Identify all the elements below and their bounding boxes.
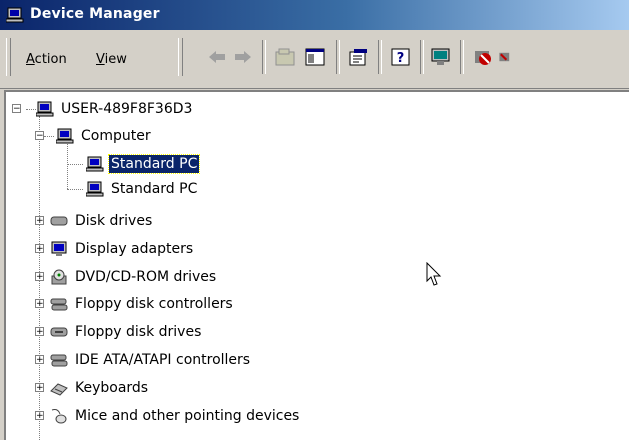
- tree-item-keyboards[interactable]: Keyboards: [50, 377, 150, 399]
- forward-button[interactable]: [230, 44, 256, 70]
- menu-toolbar: Action View ?: [0, 30, 629, 89]
- toolbar-grip-2[interactable]: [178, 38, 183, 76]
- toolbar-grip[interactable]: [6, 38, 11, 76]
- expand-toggle[interactable]: +: [35, 272, 44, 282]
- toolbar-separator: [460, 40, 464, 74]
- forward-icon: [235, 51, 251, 63]
- toolbar-separator: [378, 40, 382, 74]
- expand-toggle[interactable]: +: [35, 244, 44, 254]
- scan-hardware-icon: [431, 48, 450, 65]
- tree-item-floppy-disk-drives[interactable]: Floppy disk drives: [50, 321, 203, 343]
- computer-icon: [86, 156, 104, 172]
- tree-item-root[interactable]: USER-489F8F36D3: [36, 98, 194, 120]
- tree-item-display-adapters[interactable]: Display adapters: [50, 238, 195, 260]
- toolbar-separator: [336, 40, 340, 74]
- title-bar[interactable]: Device Manager: [0, 0, 629, 30]
- menu-action[interactable]: Action: [26, 52, 67, 67]
- back-button[interactable]: [204, 44, 230, 70]
- toolbar-separator: [262, 40, 266, 74]
- computer-icon: [86, 181, 104, 197]
- up-button[interactable]: [272, 44, 298, 70]
- expand-toggle[interactable]: +: [35, 299, 44, 309]
- uninstall-button[interactable]: [498, 44, 512, 70]
- back-icon: [209, 51, 225, 63]
- tree-line: [67, 142, 68, 189]
- show-hide-tree-button[interactable]: [302, 44, 328, 70]
- controller-icon: [50, 354, 68, 367]
- tree-item-label: Mice and other pointing devices: [75, 408, 300, 424]
- keyboard-icon: [50, 383, 68, 396]
- floppy-drive-icon: [50, 327, 68, 337]
- tree-line: [67, 164, 83, 165]
- toolbar-separator: [420, 40, 424, 74]
- device-tree[interactable]: − USER-489F8F36D3 − Computer Standard PC…: [4, 90, 629, 440]
- tree-item-label: Standard PC: [111, 181, 198, 197]
- tree-item-label: Floppy disk drives: [75, 324, 202, 340]
- expand-toggle[interactable]: +: [35, 383, 44, 393]
- expand-toggle[interactable]: +: [35, 355, 44, 365]
- disable-device-button[interactable]: [470, 44, 496, 70]
- tree-item-floppy-disk-controllers[interactable]: Floppy disk controllers: [50, 293, 235, 315]
- cd-drive-icon: [51, 269, 67, 285]
- tree-item-label: Display adapters: [75, 241, 194, 257]
- scan-hardware-button[interactable]: [428, 44, 454, 70]
- mouse-icon: [51, 409, 67, 424]
- expand-toggle[interactable]: +: [35, 411, 44, 421]
- show-hide-tree-icon: [305, 48, 325, 66]
- tree-item-disk-drives[interactable]: Disk drives: [50, 210, 154, 232]
- tree-item-label: Disk drives: [75, 213, 153, 229]
- tree-item-label: Floppy disk controllers: [75, 296, 233, 312]
- tree-item-label: Computer: [81, 128, 151, 144]
- expand-toggle[interactable]: +: [35, 327, 44, 337]
- tree-item-label: Standard PC: [107, 154, 201, 174]
- uninstall-icon: [499, 52, 510, 62]
- collapse-toggle[interactable]: −: [12, 104, 21, 114]
- computer-icon: [36, 101, 54, 117]
- tree-item-standard-pc[interactable]: Standard PC: [86, 153, 201, 175]
- tree-item-dvd-cd-rom-drives[interactable]: DVD/CD-ROM drives: [50, 266, 218, 288]
- expand-toggle[interactable]: +: [35, 216, 44, 226]
- disable-device-icon: [475, 51, 491, 65]
- monitor-icon: [51, 241, 67, 256]
- properties-button[interactable]: [346, 44, 372, 70]
- tree-item-mice[interactable]: Mice and other pointing devices: [50, 405, 301, 427]
- tree-line: [44, 136, 54, 137]
- tree-item-label: IDE ATA/ATAPI controllers: [75, 352, 251, 368]
- controller-icon: [50, 298, 68, 311]
- tree-item-label: USER-489F8F36D3: [61, 101, 193, 117]
- tree-item-ide-ata-atapi-controllers[interactable]: IDE ATA/ATAPI controllers: [50, 349, 252, 371]
- properties-icon: [349, 49, 367, 66]
- disk-drive-icon: [50, 216, 68, 226]
- tree-item-label: Keyboards: [75, 380, 149, 396]
- tree-item-label: DVD/CD-ROM drives: [75, 269, 217, 285]
- menu-view-label: iew: [104, 52, 127, 67]
- up-folder-icon: [275, 48, 295, 66]
- menu-action-label: ction: [34, 52, 67, 67]
- tree-item-computer[interactable]: Computer: [56, 125, 153, 147]
- tree-line: [26, 109, 36, 110]
- collapse-toggle[interactable]: −: [35, 131, 44, 141]
- menu-view[interactable]: View: [96, 52, 127, 67]
- help-icon: ?: [391, 48, 410, 66]
- help-button[interactable]: ?: [388, 44, 414, 70]
- computer-icon: [56, 128, 74, 144]
- tree-line: [67, 189, 83, 190]
- mouse-cursor-icon: [426, 262, 442, 286]
- svg-text:?: ?: [397, 51, 405, 66]
- tree-item-standard-pc[interactable]: Standard PC: [86, 178, 199, 200]
- window-title: Device Manager: [30, 6, 160, 22]
- computer-icon: [6, 7, 24, 23]
